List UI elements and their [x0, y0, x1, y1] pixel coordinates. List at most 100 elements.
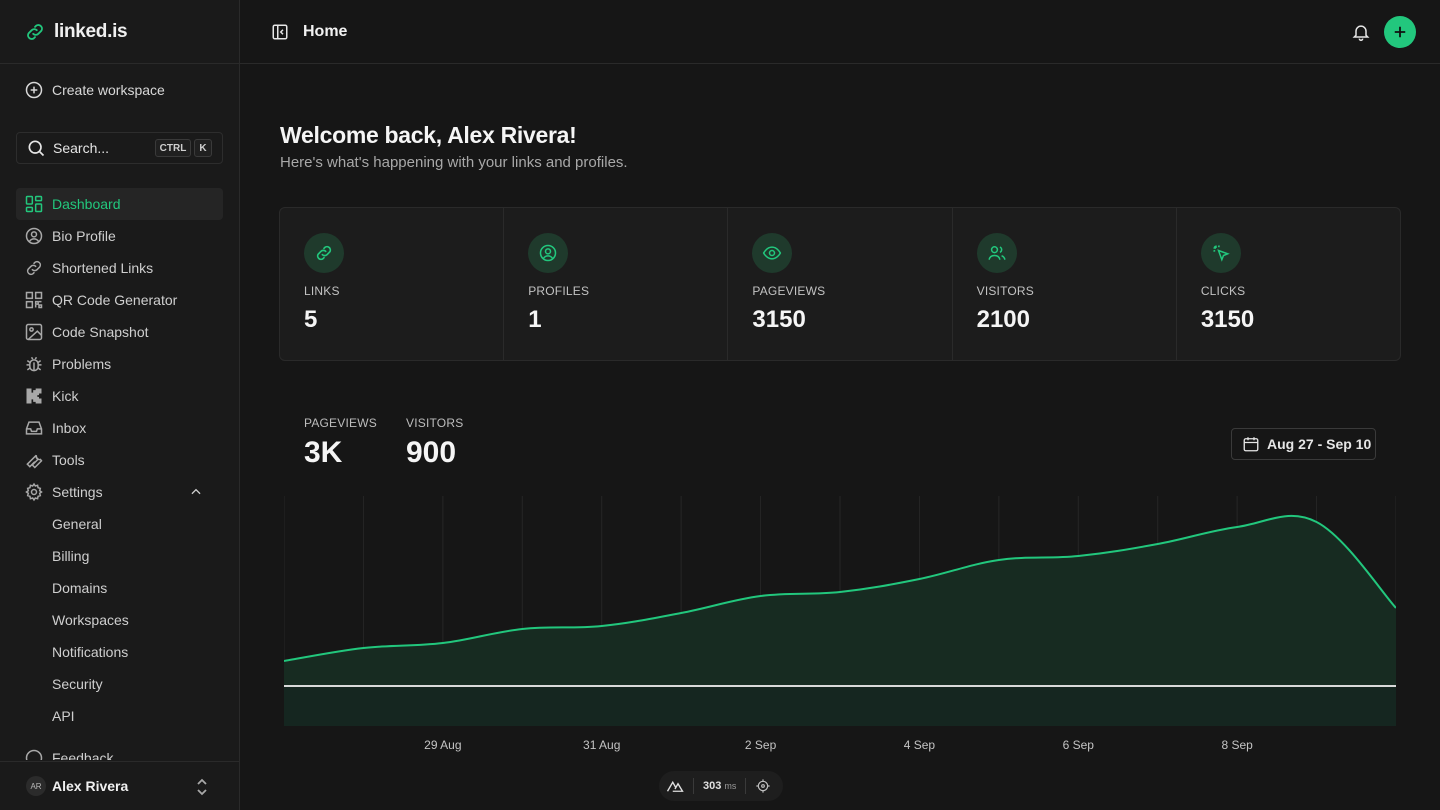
kick-icon	[26, 388, 42, 404]
user-name: Alex Rivera	[52, 778, 129, 794]
sidebar-item-settings[interactable]: Settings	[16, 476, 223, 508]
sidebar-toggle-icon[interactable]	[271, 23, 289, 41]
qr-code-icon	[25, 291, 43, 309]
nav-scroll[interactable]: Dashboard Bio Profile Shortened Links QR…	[0, 188, 239, 760]
stat-value: 2100	[976, 306, 1030, 333]
metric-label: PAGEVIEWS	[304, 416, 377, 430]
x-tick-label: 8 Sep	[1221, 738, 1253, 752]
stat-label: VISITORS	[976, 284, 1035, 298]
eye-icon	[763, 246, 782, 260]
stat-label: PAGEVIEWS	[752, 284, 826, 298]
create-workspace-label: Create workspace	[52, 82, 165, 98]
stat-visitors[interactable]: VISITORS 2100	[953, 208, 1177, 360]
page-title: Home	[303, 22, 348, 40]
visitors-area	[284, 686, 1396, 726]
settings-general[interactable]: General	[16, 508, 223, 540]
sidebar-item-label: Feedback	[52, 750, 114, 760]
stat-value: 3150	[752, 306, 806, 333]
stat-label: LINKS	[304, 284, 340, 298]
sidebar-item-label: Kick	[52, 388, 79, 404]
add-button[interactable]	[1384, 16, 1416, 48]
settings-domains[interactable]: Domains	[16, 572, 223, 604]
chevron-up-icon[interactable]	[189, 485, 203, 499]
sidebar-item-feedback[interactable]: Feedback	[16, 742, 223, 760]
welcome-heading: Welcome back, Alex Rivera!	[280, 122, 577, 148]
sidebar-item-label: Tools	[52, 452, 85, 468]
settings-workspaces[interactable]: Workspaces	[16, 604, 223, 636]
stat-label: CLICKS	[1200, 284, 1246, 298]
bell-icon[interactable]	[1351, 22, 1371, 42]
sidebar-item-kick[interactable]: Kick	[16, 380, 223, 412]
link-icon	[26, 260, 42, 276]
render-time: 303	[703, 780, 722, 792]
link-logo-icon	[27, 23, 43, 40]
chevron-updown-icon	[197, 778, 207, 796]
kbd-k: K	[194, 139, 212, 157]
render-time-unit: ms	[724, 781, 737, 791]
metric-value: 3K	[304, 436, 343, 469]
user-menu[interactable]: AR Alex Rivera	[0, 761, 239, 810]
sidebar-item-code-snapshot[interactable]: Code Snapshot	[16, 316, 223, 348]
sidebar-item-problems[interactable]: Problems	[16, 348, 223, 380]
logo[interactable]: linked.is	[0, 0, 239, 64]
sidebar-item-label: Problems	[52, 356, 112, 372]
inbox-icon	[25, 421, 43, 435]
sidebar-item-inbox[interactable]: Inbox	[16, 412, 223, 444]
crosshair-icon[interactable]	[755, 778, 771, 794]
sidebar-item-label: QR Code Generator	[52, 292, 178, 308]
wrench-icon	[26, 454, 43, 469]
sidebar: linked.is Create workspace Search... CTR…	[0, 0, 240, 810]
sidebar-item-label: Code Snapshot	[52, 324, 149, 340]
sidebar-item-shortened-links[interactable]: Shortened Links	[16, 252, 223, 284]
stat-profiles[interactable]: PROFILES 1	[504, 208, 729, 360]
stat-clicks[interactable]: CLICKS 3150	[1177, 208, 1400, 360]
nuxt-icon	[666, 780, 684, 792]
gear-icon	[25, 482, 43, 502]
plus-icon	[1394, 26, 1406, 38]
stat-icon-circle	[304, 233, 344, 273]
metric-pageviews[interactable]: PAGEVIEWS 3K	[304, 416, 377, 470]
sidebar-item-dashboard[interactable]: Dashboard	[16, 188, 223, 220]
sidebar-item-bio-profile[interactable]: Bio Profile	[16, 220, 223, 252]
stat-icon-circle	[752, 233, 793, 273]
stat-value: 5	[304, 306, 318, 333]
message-icon	[25, 749, 43, 760]
stat-label: PROFILES	[528, 284, 590, 298]
x-tick-label: 2 Sep	[745, 738, 777, 752]
settings-api[interactable]: API	[16, 700, 223, 732]
bug-icon	[26, 356, 42, 372]
app-name: linked.is	[54, 20, 128, 42]
stats-panel: LINKS 5 PROFILES 1 PAGEVIEWS 3150 VISITO…	[279, 207, 1401, 361]
create-workspace-button[interactable]: Create workspace	[0, 64, 239, 116]
settings-notifications[interactable]: Notifications	[16, 636, 223, 668]
user-circle-icon	[25, 227, 43, 245]
search-placeholder: Search...	[53, 140, 110, 156]
sidebar-item-label: Shortened Links	[52, 260, 154, 276]
stat-icon-circle	[528, 233, 569, 273]
stat-links[interactable]: LINKS 5	[280, 208, 505, 360]
sidebar-item-tools[interactable]: Tools	[16, 444, 223, 476]
settings-security[interactable]: Security	[16, 668, 223, 700]
cursor-click-icon	[1212, 245, 1230, 262]
sidebar-nav: Dashboard Bio Profile Shortened Links QR…	[16, 188, 223, 760]
avatar: AR	[26, 776, 46, 796]
stat-pageviews[interactable]: PAGEVIEWS 3150	[728, 208, 953, 360]
dashboard-icon	[25, 195, 43, 213]
date-range-label: Aug 27 - Sep 10	[1267, 436, 1372, 452]
sidebar-item-label: Bio Profile	[52, 228, 116, 244]
dev-toolbar[interactable]: 303 ms	[659, 771, 783, 801]
traffic-chart[interactable]: 29 Aug 31 Aug 2 Sep 4 Sep 6 Sep 8 Sep	[284, 496, 1396, 756]
image-icon	[25, 323, 43, 341]
sidebar-item-qr-code-generator[interactable]: QR Code Generator	[16, 284, 223, 316]
link-icon	[316, 245, 332, 261]
date-range-picker[interactable]: Aug 27 - Sep 10	[1231, 428, 1376, 460]
sidebar-item-label: Dashboard	[52, 196, 121, 212]
search-input[interactable]: Search... CTRL K	[16, 132, 223, 164]
metric-label: VISITORS	[406, 416, 464, 430]
sidebar-item-label: Inbox	[52, 420, 87, 436]
x-tick-label: 29 Aug	[424, 738, 461, 752]
sidebar-item-label: Settings	[52, 484, 103, 500]
settings-billing[interactable]: Billing	[16, 540, 223, 572]
top-header: Home	[240, 0, 1440, 64]
metric-visitors[interactable]: VISITORS 900	[406, 416, 463, 470]
